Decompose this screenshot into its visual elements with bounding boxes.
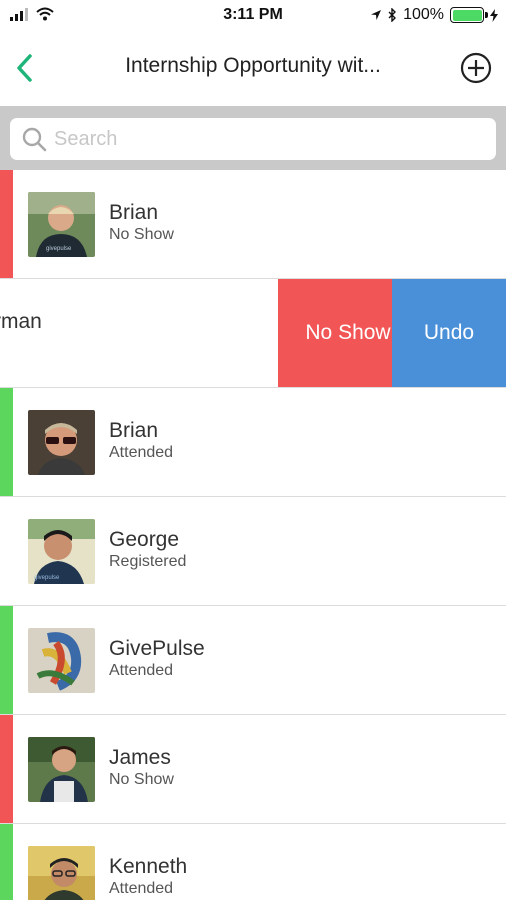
navigation-bar: Internship Opportunity wit... (0, 30, 506, 106)
plus-circle-icon (460, 52, 492, 84)
status-indicator-no-show (0, 715, 13, 823)
status-bar: 3:11 PM 100% (0, 0, 506, 30)
attendee-status: Attended (109, 662, 174, 679)
back-button[interactable] (8, 48, 40, 88)
search-bar[interactable] (10, 118, 496, 160)
list-item[interactable]: Kenneth Attended (0, 824, 506, 900)
attendee-status: No Show (109, 226, 174, 243)
location-arrow-icon (371, 10, 382, 20)
status-indicator-attended (0, 388, 13, 496)
svg-text:givepulse: givepulse (34, 575, 60, 581)
list-item[interactable]: givepulse Brian No Show (0, 170, 506, 279)
chevron-left-icon (17, 54, 32, 82)
search-container (0, 106, 506, 170)
charging-bolt-icon (490, 8, 498, 22)
battery-icon (450, 7, 488, 23)
attendee-name: George (109, 528, 180, 551)
status-indicator-attended (0, 824, 13, 900)
attendee-list: givepulse Brian No Show rman No Show Und… (0, 170, 506, 900)
attendee-name: rman (0, 310, 42, 333)
bluetooth-icon (388, 8, 397, 22)
add-button[interactable] (458, 50, 494, 86)
attendee-status: Registered (109, 553, 187, 570)
mark-no-show-button[interactable]: No Show (278, 279, 392, 387)
list-item-swiped[interactable]: rman No Show Undo (0, 279, 506, 388)
attendee-name: Kenneth (109, 855, 188, 878)
attendee-name: Brian (109, 201, 159, 224)
status-indicator-attended (0, 606, 13, 714)
attendee-name: GivePulse (109, 637, 205, 660)
search-input[interactable] (54, 127, 474, 151)
status-right: 100% (370, 6, 498, 24)
avatar (28, 628, 95, 693)
attendee-name: James (109, 746, 171, 769)
attendee-status: Attended (109, 880, 174, 897)
list-item[interactable]: James No Show (0, 715, 506, 824)
avatar (28, 846, 95, 900)
svg-text:givepulse: givepulse (46, 246, 72, 252)
avatar: givepulse (28, 519, 95, 584)
battery-percent: 100% (403, 6, 444, 23)
page-title: Internship Opportunity wit... (125, 54, 381, 77)
attendee-name: Brian (109, 419, 159, 442)
list-item[interactable]: GivePulse Attended (0, 606, 506, 715)
attendee-status: No Show (109, 771, 174, 788)
status-indicator-no-show (0, 170, 13, 278)
mark-no-show-label: No Show (305, 321, 391, 344)
avatar (28, 737, 95, 802)
list-item[interactable]: Brian Attended (0, 388, 506, 497)
avatar (28, 410, 95, 475)
undo-button[interactable]: Undo (392, 279, 506, 387)
avatar: givepulse (28, 192, 95, 257)
search-icon (20, 125, 48, 153)
list-item[interactable]: givepulse George Registered (0, 497, 506, 606)
undo-label: Undo (423, 321, 475, 344)
attendee-status: Attended (109, 444, 174, 461)
